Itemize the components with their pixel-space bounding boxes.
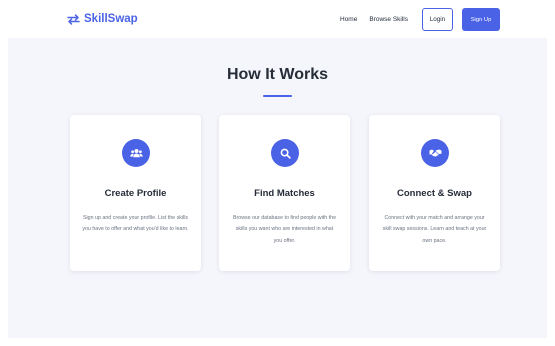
brand-name: SkillSwap [84, 13, 138, 25]
nav-link-home[interactable]: Home [340, 16, 357, 23]
handshake-icon [421, 139, 449, 167]
card-description: Sign up and create your profile. List th… [82, 215, 189, 233]
how-it-works-section: How It Works Create Profile Sign up and … [8, 38, 547, 338]
search-icon [271, 139, 299, 167]
card-create-profile: Create Profile Sign up and create your p… [70, 115, 201, 271]
brand-logo[interactable]: SkillSwap [67, 11, 138, 27]
swap-arrows-icon [67, 13, 80, 25]
title-underline [263, 95, 292, 97]
section-title: How It Works [226, 66, 329, 83]
card-find-matches: Find Matches Browse our database to find… [219, 115, 350, 271]
card-description: Browse our database to find people with … [232, 215, 337, 244]
signup-button[interactable]: Sign Up [462, 8, 500, 31]
nav-link-browse-skills[interactable]: Browse Skills [369, 16, 408, 23]
users-icon [122, 139, 150, 167]
nav-menu: Home Browse Skills Login Sign Up [340, 8, 500, 31]
card-connect-swap: Connect & Swap Connect with your match a… [369, 115, 500, 271]
card-title: Connect & Swap [397, 188, 472, 199]
card-title: Create Profile [104, 188, 167, 199]
card-title: Find Matches [254, 188, 315, 199]
card-description: Connect with your match and arrange your… [382, 215, 487, 244]
top-navbar: SkillSwap Home Browse Skills Login Sign … [0, 0, 555, 38]
login-button[interactable]: Login [422, 8, 453, 31]
